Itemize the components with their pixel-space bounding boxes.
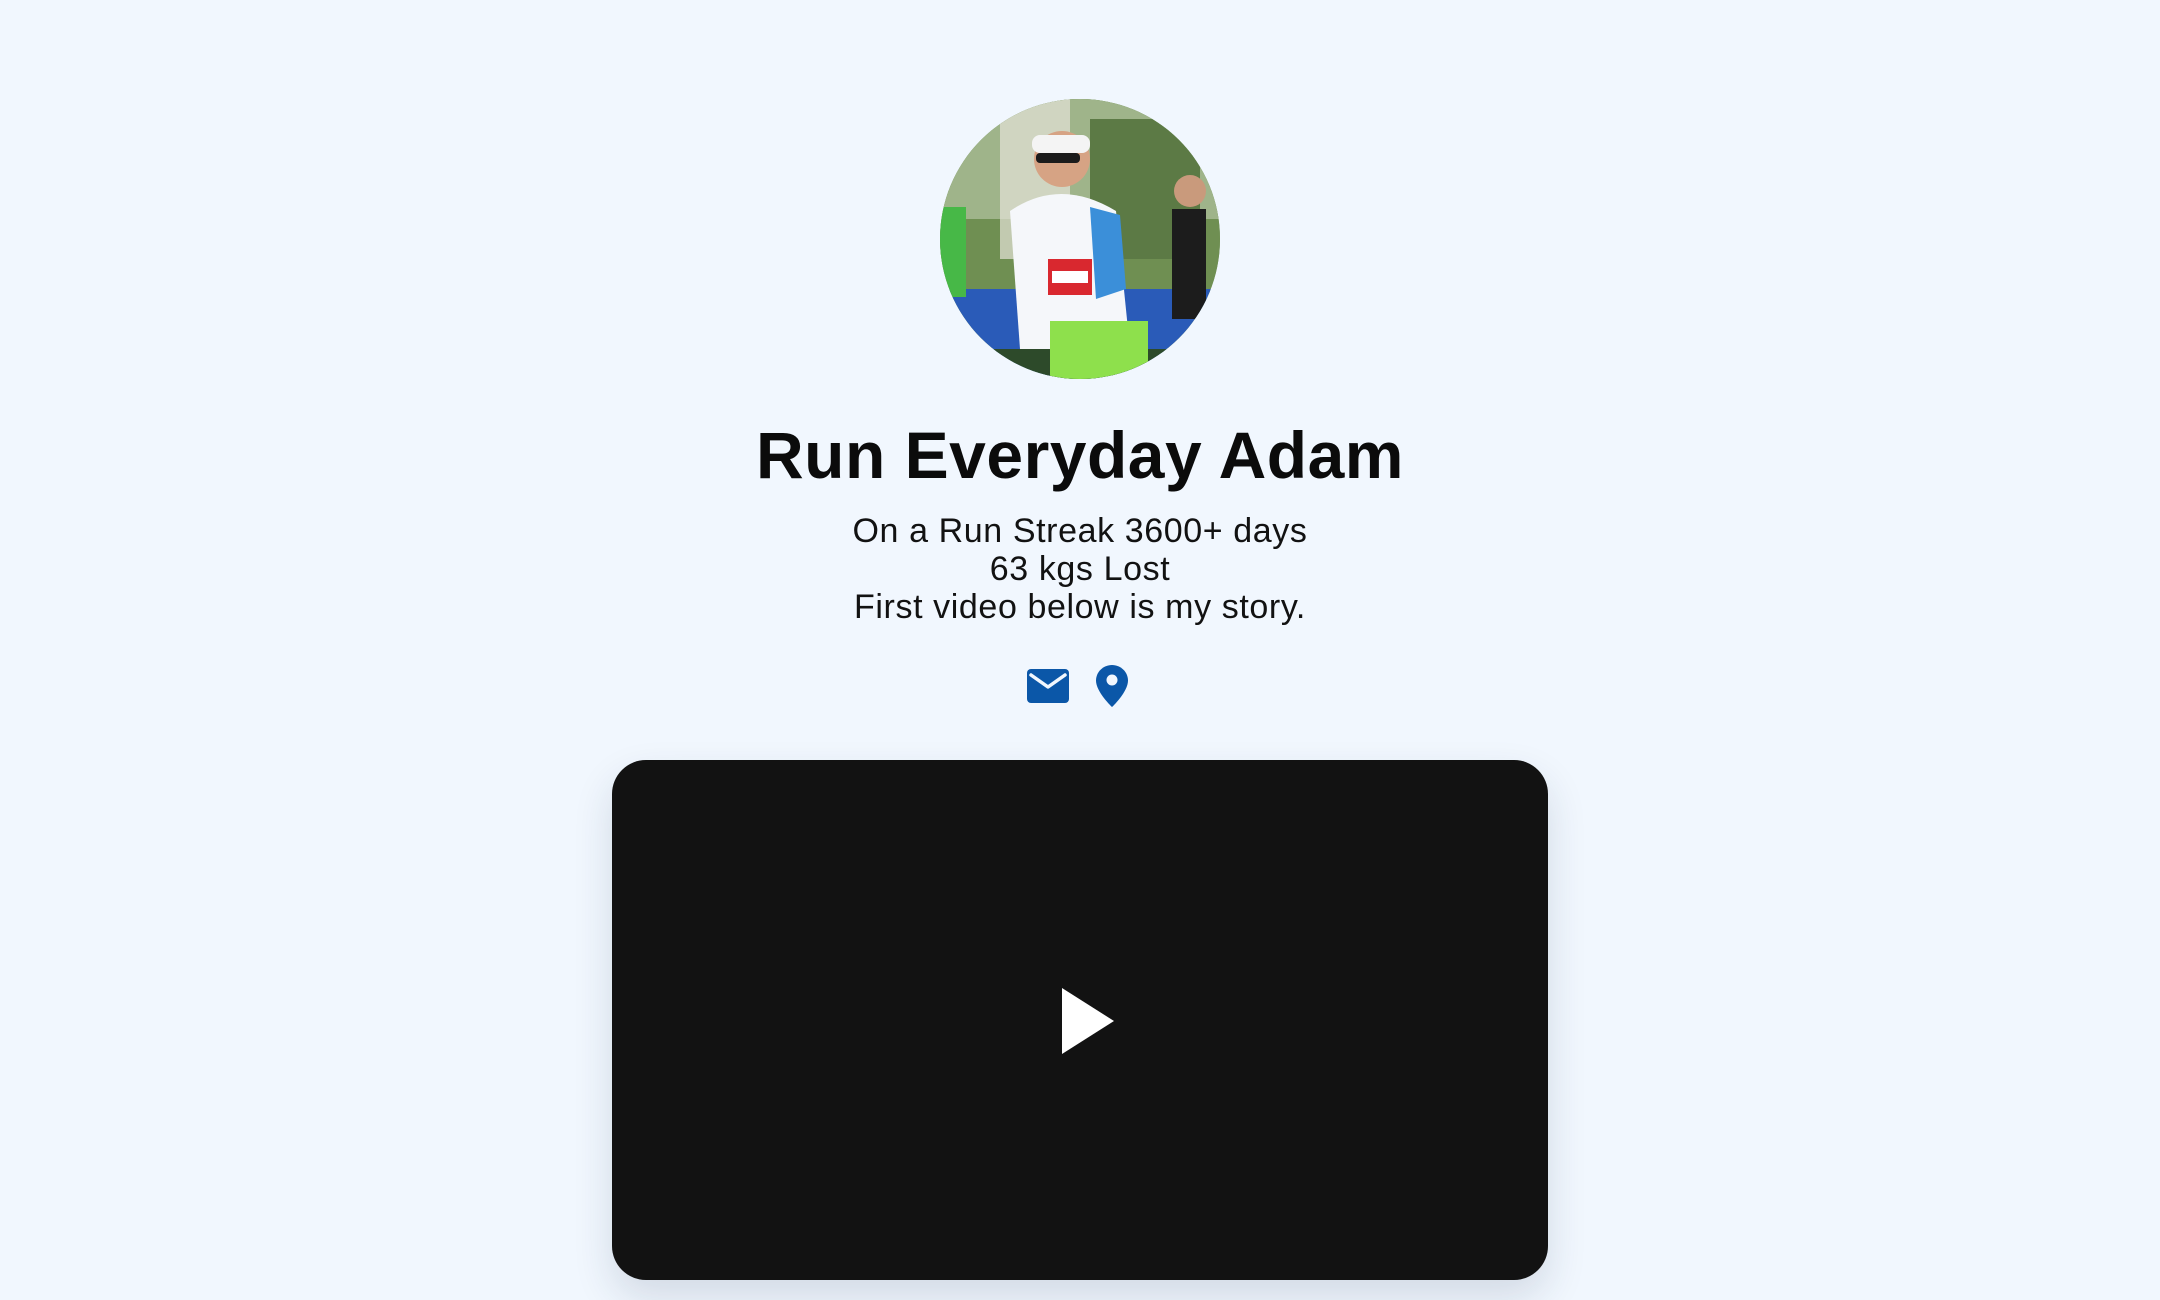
location-link[interactable] [1080, 658, 1144, 714]
profile-name: Run Everyday Adam [756, 418, 1404, 492]
link-in-bio-page: Run Everyday Adam On a Run Streak 3600+ … [0, 0, 2160, 1300]
email-link[interactable] [1016, 658, 1080, 714]
play-icon[interactable] [1062, 988, 1114, 1054]
avatar [940, 99, 1220, 379]
bio-line: First video below is my story. [854, 588, 1306, 626]
profile-bio: On a Run Streak 3600+ days 63 kgs Lost F… [0, 512, 2160, 626]
bio-line: 63 kgs Lost [989, 550, 1171, 588]
map-pin-icon [1096, 665, 1128, 707]
bio-line: On a Run Streak 3600+ days [852, 512, 1308, 550]
social-links [1000, 658, 1160, 714]
avatar-image [940, 99, 1220, 379]
envelope-icon [1027, 669, 1069, 703]
